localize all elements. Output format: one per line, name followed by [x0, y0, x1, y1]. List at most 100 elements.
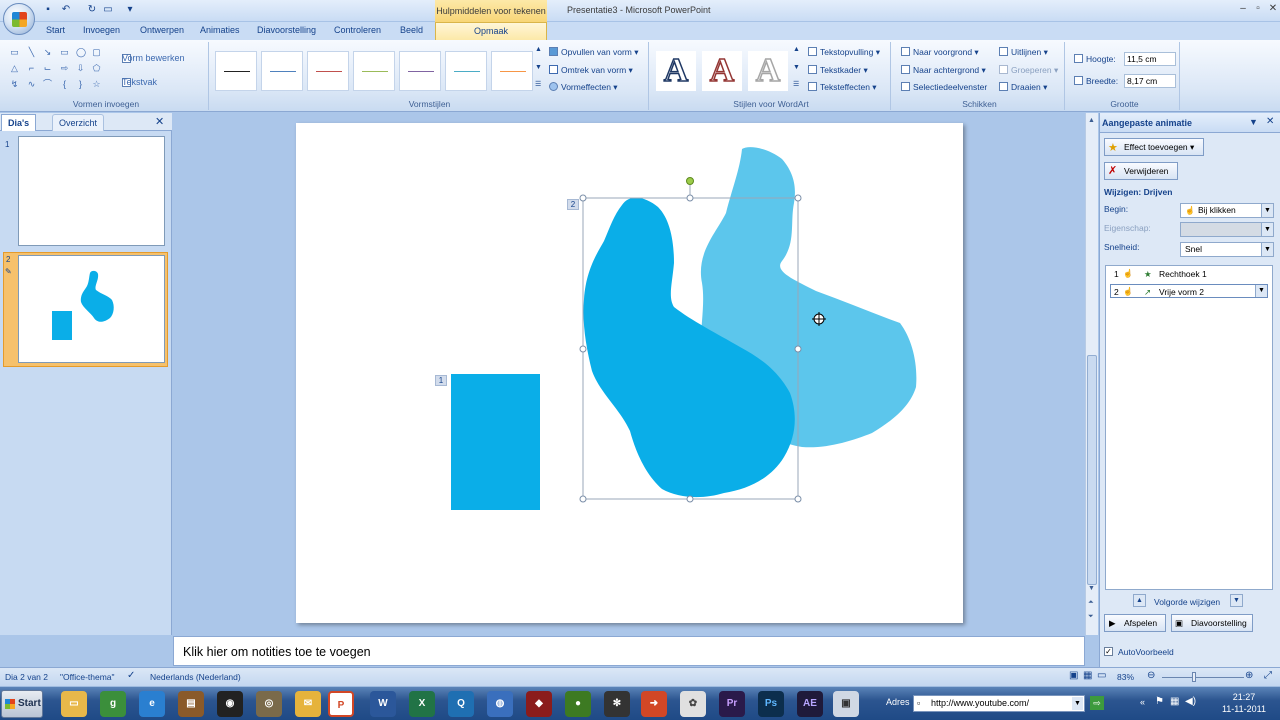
- after-effects-icon[interactable]: AE: [797, 691, 823, 717]
- chevron-down-icon[interactable]: ▼: [1255, 285, 1267, 297]
- oval-shape-icon[interactable]: ◯: [76, 48, 86, 57]
- styles-scroll-down-icon[interactable]: ▼: [535, 64, 542, 71]
- picasa-icon[interactable]: ✿: [680, 691, 706, 717]
- restore-icon[interactable]: ▫: [1251, 3, 1265, 15]
- scroll-up-icon[interactable]: ▲: [1088, 117, 1095, 124]
- shape-style-6[interactable]: [445, 51, 487, 91]
- burn-disc-icon[interactable]: ◎: [256, 691, 282, 717]
- excel-icon[interactable]: X: [409, 691, 435, 717]
- height-input[interactable]: 11,5 cm: [1124, 52, 1176, 66]
- normal-view-icon[interactable]: ▣: [1069, 670, 1078, 681]
- tab-ontwerpen[interactable]: Ontwerpen: [140, 25, 184, 35]
- selection-pane-button[interactable]: Selectiedeelvenster: [901, 82, 987, 92]
- tab-invoegen[interactable]: Invoegen: [83, 25, 120, 35]
- slideshow-button[interactable]: ▣ Diavoorstelling: [1171, 614, 1253, 632]
- brace-left-icon[interactable]: {: [60, 80, 69, 89]
- monitor-icon[interactable]: ▣: [833, 691, 859, 717]
- customize-qat-icon[interactable]: ▾: [124, 4, 136, 16]
- outlook-icon[interactable]: ✉: [295, 691, 321, 717]
- scroll-down-icon[interactable]: ▼: [1088, 585, 1095, 592]
- chevron-down-icon[interactable]: ▼: [1072, 697, 1083, 710]
- slide-canvas[interactable]: 1 2: [296, 123, 963, 623]
- shape-style-2[interactable]: [261, 51, 303, 91]
- tab-start[interactable]: Start: [46, 25, 65, 35]
- chevron-down-icon[interactable]: ▼: [1261, 204, 1273, 217]
- text-outline-button[interactable]: Tekstkader ▾: [808, 65, 868, 76]
- edit-shape-button[interactable]: Vorm bewerken ▾: [122, 54, 185, 65]
- tab-slides[interactable]: Dia's: [1, 114, 37, 131]
- premiere-icon[interactable]: Pr: [719, 691, 745, 717]
- shape-style-5[interactable]: [399, 51, 441, 91]
- down-arrow-icon[interactable]: ⇩: [76, 64, 85, 73]
- network-icon[interactable]: ▦: [1170, 696, 1179, 707]
- curve-shape-icon[interactable]: ∿: [27, 80, 36, 89]
- arc-shape-icon[interactable]: ⌒: [43, 80, 52, 89]
- pentagon-shape-icon[interactable]: ⬠: [92, 64, 101, 73]
- zoom-slider-thumb[interactable]: [1192, 672, 1196, 682]
- start-button[interactable]: Start: [1, 690, 43, 718]
- close-icon[interactable]: ✕: [1266, 3, 1280, 15]
- app-icon-1[interactable]: ◆: [526, 691, 552, 717]
- close-pane-icon[interactable]: ✕: [155, 115, 164, 128]
- app-icon-3[interactable]: ➜: [641, 691, 667, 717]
- play-button[interactable]: ▶ Afspelen: [1104, 614, 1166, 632]
- arrow-line-icon[interactable]: ↘: [43, 48, 52, 57]
- rounded-rect-icon[interactable]: ▢: [92, 48, 101, 57]
- rectangle-shape-icon[interactable]: ▭: [60, 48, 69, 57]
- slideshow-view-icon[interactable]: ▭: [1097, 670, 1106, 681]
- vertical-scrollbar[interactable]: ▲ ▼ ⏶ ⏷: [1085, 113, 1098, 635]
- send-back-button[interactable]: Naar achtergrond ▾: [901, 65, 986, 76]
- elbow-connector-icon[interactable]: ⌐: [27, 64, 36, 73]
- disc-icon[interactable]: ◉: [217, 691, 243, 717]
- text-effects-button[interactable]: Teksteffecten ▾: [808, 82, 877, 93]
- remove-button[interactable]: ✗ Verwijderen: [1104, 162, 1178, 180]
- pane-close-icon[interactable]: ✕: [1266, 116, 1274, 127]
- wordart-scroll-up-icon[interactable]: ▲: [793, 46, 800, 53]
- undo-icon[interactable]: ↶: [60, 4, 72, 16]
- photoshop-icon[interactable]: Ps: [758, 691, 784, 717]
- animation-item-2[interactable]: 2 ☝ ↗ Vrije vorm 2 ▼: [1110, 284, 1268, 298]
- slide-sorter-icon[interactable]: ▦: [1083, 670, 1092, 681]
- tab-opmaak[interactable]: Opmaak: [435, 22, 547, 40]
- redo-icon[interactable]: ↻: [86, 4, 98, 16]
- align-button[interactable]: Uitlijnen ▾: [999, 47, 1048, 58]
- pane-menu-icon[interactable]: ▼: [1249, 117, 1258, 127]
- width-input[interactable]: 8,17 cm: [1124, 74, 1176, 88]
- chevron-down-icon[interactable]: ▼: [1261, 243, 1273, 256]
- clock[interactable]: 21:27 11-11-2011: [1208, 691, 1280, 715]
- wordart-scroll-down-icon[interactable]: ▼: [793, 64, 800, 71]
- settings-gear-icon[interactable]: ✻: [604, 691, 630, 717]
- powerpoint-icon[interactable]: P: [328, 691, 354, 717]
- tab-diavoorstelling[interactable]: Diavoorstelling: [257, 25, 316, 35]
- outline-button[interactable]: Omtrek van vorm ▾: [549, 65, 633, 76]
- styles-scroll-up-icon[interactable]: ▲: [535, 46, 542, 53]
- start-select[interactable]: ☝ Bij klikken ▼: [1180, 203, 1274, 218]
- text-fill-button[interactable]: Tekstopvulling ▾: [808, 47, 880, 58]
- tab-animaties[interactable]: Animaties: [200, 25, 240, 35]
- brace-right-icon[interactable]: }: [76, 80, 85, 89]
- language[interactable]: Nederlands (Nederland): [150, 672, 241, 682]
- tray-expand-icon[interactable]: «: [1140, 697, 1145, 707]
- save-icon[interactable]: ▪: [42, 4, 54, 16]
- autopreview-checkbox[interactable]: ✓: [1104, 647, 1113, 656]
- wordart-more-icon[interactable]: ☰: [793, 80, 799, 88]
- quicktime-icon[interactable]: Q: [448, 691, 474, 717]
- curved-arrow-icon[interactable]: ↯: [10, 80, 19, 89]
- speed-select[interactable]: Snel ▼: [1180, 242, 1274, 257]
- zoom-out-icon[interactable]: ⊖: [1147, 670, 1155, 681]
- zoom-in-icon[interactable]: ⊕: [1245, 670, 1253, 681]
- app-icon-2[interactable]: ●: [565, 691, 591, 717]
- wordart-style-1[interactable]: A: [656, 51, 696, 91]
- next-slide-icon[interactable]: ⏷: [1088, 613, 1094, 621]
- word-icon[interactable]: W: [370, 691, 396, 717]
- shape-style-1[interactable]: [215, 51, 257, 91]
- fit-slide-icon[interactable]: ⤢: [1264, 670, 1272, 681]
- move-down-icon[interactable]: ▼: [1230, 594, 1243, 607]
- line-shape-icon[interactable]: ╲: [27, 48, 36, 57]
- previous-slide-icon[interactable]: ⏶: [1088, 599, 1094, 607]
- shape-style-4[interactable]: [353, 51, 395, 91]
- office-button[interactable]: [3, 3, 35, 35]
- zoom-level[interactable]: 83%: [1117, 672, 1134, 682]
- zoom-slider-track[interactable]: [1162, 677, 1244, 678]
- slide-thumbnail-2[interactable]: [18, 255, 165, 363]
